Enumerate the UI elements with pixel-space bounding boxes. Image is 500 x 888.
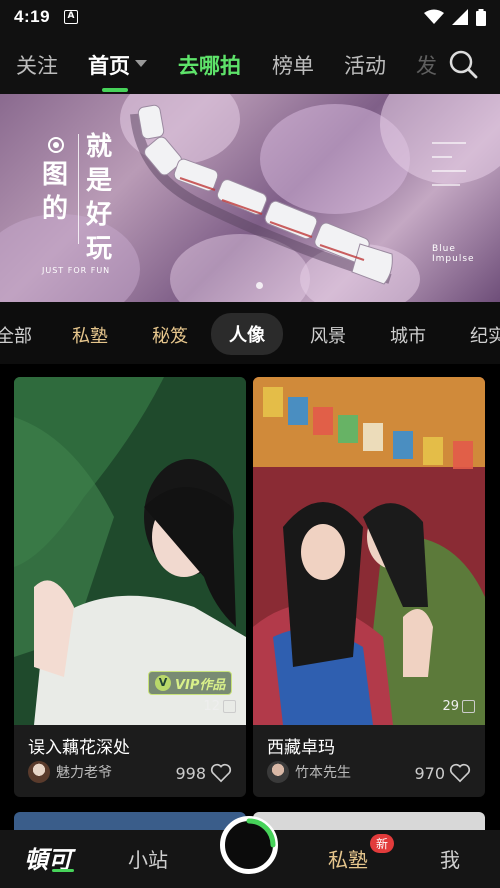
card-author[interactable]: 魅力老爷: [28, 761, 112, 783]
banner-page-dot: [256, 282, 263, 289]
banner-brand: Blue Impulse: [432, 244, 475, 264]
card-title: 误入藕花深处: [28, 738, 130, 758]
camera-button[interactable]: [220, 816, 278, 874]
category-documentary[interactable]: 纪实: [470, 322, 500, 348]
photo-feed: V VIP作品 12 误入藕花深处 魅力老爷 998 29 西藏卓玛 竹本先生 …: [0, 364, 500, 830]
wifi-icon: [424, 9, 444, 24]
like-button[interactable]: 970: [414, 763, 471, 783]
signal-icon: [452, 9, 468, 25]
nav-private-school[interactable]: 私塾: [328, 844, 368, 873]
status-time: 4:19: [14, 7, 51, 26]
new-badge: 新: [370, 834, 395, 853]
banner-side-notes: [432, 136, 466, 198]
avatar: [267, 761, 289, 783]
category-portrait[interactable]: 人像: [211, 313, 283, 355]
category-tabs: 全部 私塾 秘笈 人像 风景 城市 纪实: [0, 302, 500, 364]
card-title: 西藏卓玛: [267, 738, 335, 758]
photo-count: 12: [203, 699, 236, 714]
search-icon[interactable]: [448, 49, 478, 79]
top-tab-bar: 关注 首页 去哪拍 榜单 活动 发: [0, 34, 500, 94]
nav-home-indicator: [52, 869, 74, 872]
nav-me[interactable]: 我: [440, 844, 460, 873]
status-bar: 4:19 A: [0, 0, 500, 34]
category-all[interactable]: 全部: [0, 322, 32, 348]
camera-ring-icon: [246, 818, 276, 848]
heart-icon: [449, 763, 471, 783]
nav-store[interactable]: 小站: [128, 844, 168, 873]
card-author[interactable]: 竹本先生: [267, 761, 351, 783]
logo-circle-icon: [48, 137, 64, 153]
banner-subtitle: JUST FOR FUN: [42, 266, 111, 275]
like-count: 970: [414, 763, 445, 783]
tab-events[interactable]: 活动: [342, 50, 388, 80]
author-name: 竹本先生: [295, 765, 351, 781]
vip-badge: V VIP作品: [148, 671, 233, 695]
active-tab-indicator: [102, 88, 128, 92]
avatar: [28, 761, 50, 783]
like-count: 998: [175, 763, 206, 783]
banner-title-left: 图的: [42, 160, 69, 224]
banner-title-right: 就是好玩: [86, 132, 113, 264]
category-secrets[interactable]: 秘笈: [152, 322, 188, 348]
category-private-school[interactable]: 私塾: [72, 322, 108, 348]
album-icon: [462, 700, 475, 713]
tab-rankings[interactable]: 榜单: [270, 50, 316, 80]
next-card-preview[interactable]: [14, 812, 246, 830]
category-city[interactable]: 城市: [390, 322, 426, 348]
status-icons: [424, 8, 486, 26]
tab-follow[interactable]: 关注: [14, 50, 60, 80]
category-landscape[interactable]: 风景: [310, 322, 346, 348]
like-button[interactable]: 998: [175, 763, 232, 783]
photo-card[interactable]: 29 西藏卓玛 竹本先生 970: [253, 377, 485, 797]
tab-where-to-shoot[interactable]: 去哪拍: [176, 50, 243, 80]
author-name: 魅力老爷: [56, 765, 112, 781]
promo-banner[interactable]: 图的 就是好玩 JUST FOR FUN Blue Impulse: [0, 94, 500, 302]
heart-icon: [210, 763, 232, 783]
album-icon: [223, 700, 236, 713]
photo-card[interactable]: V VIP作品 12 误入藕花深处 魅力老爷 998: [14, 377, 246, 797]
next-card-preview[interactable]: [253, 812, 485, 830]
photo-count: 29: [442, 699, 475, 714]
tab-discover-partial[interactable]: 发: [414, 50, 439, 80]
tab-home-dropdown-icon[interactable]: [135, 60, 147, 68]
notification-app-icon: A: [64, 10, 79, 24]
photo-thumbnail: [253, 377, 485, 725]
tab-home[interactable]: 首页: [86, 50, 132, 80]
battery-icon: [476, 8, 486, 26]
